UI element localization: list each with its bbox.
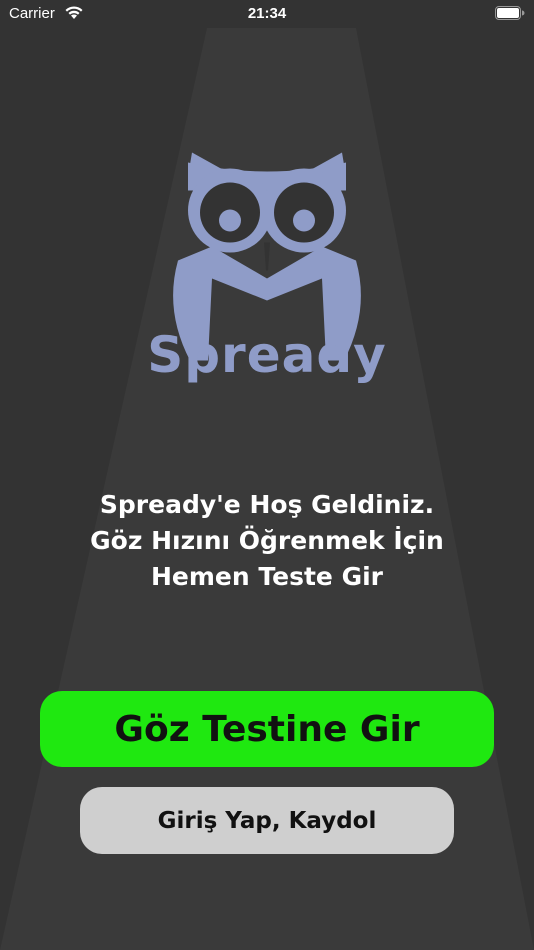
- welcome-line-2: Göz Hızını Öğrenmek İçin: [90, 526, 444, 555]
- battery-icon: [495, 6, 525, 24]
- welcome-line-3: Hemen Teste Gir: [151, 562, 383, 591]
- status-bar: Carrier 21:34: [0, 0, 534, 28]
- welcome-line-1: Spready'e Hoş Geldiniz.: [99, 490, 435, 519]
- start-eye-test-button[interactable]: Göz Testine Gir: [40, 691, 494, 767]
- login-register-button[interactable]: Giriş Yap, Kaydol: [80, 787, 454, 854]
- welcome-message: Spready'e Hoş Geldiniz. Göz Hızını Öğren…: [40, 487, 494, 595]
- clock: 21:34: [247, 5, 287, 22]
- brand-name: Spready: [147, 326, 387, 384]
